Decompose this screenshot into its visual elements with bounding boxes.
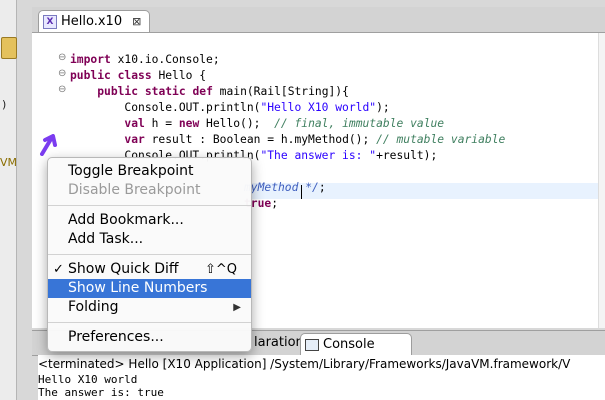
submenu-arrow-icon: ▶ bbox=[233, 302, 241, 313]
editor-scrollbar[interactable] bbox=[598, 33, 605, 328]
toolbar-toggle-button[interactable] bbox=[1, 37, 17, 59]
code-line: Console.OUT.println("Hello X10 world"); bbox=[70, 101, 390, 114]
console-status-line: <terminated> Hello [X10 Application] /Sy… bbox=[38, 355, 605, 373]
code-line: import x10.io.Console; bbox=[70, 53, 220, 66]
console-line: The answer is: true bbox=[38, 386, 164, 399]
console-icon bbox=[305, 338, 319, 351]
menu-separator bbox=[48, 322, 251, 323]
menu-item-show-line-numbers[interactable]: Show Line Numbers bbox=[48, 279, 251, 298]
menu-item-add-bookmark[interactable]: Add Bookmark... bbox=[48, 211, 251, 230]
code-line: public class Hello { bbox=[70, 69, 207, 82]
menu-separator bbox=[48, 254, 251, 255]
console-line: Hello X10 world bbox=[38, 373, 138, 386]
menu-item-preferences[interactable]: Preferences... bbox=[48, 328, 251, 347]
package-explorer-strip: ) VM bbox=[0, 0, 17, 400]
close-icon[interactable]: ⊠ bbox=[132, 15, 141, 28]
code-line: public static def main(Rail[String]){ bbox=[97, 85, 349, 98]
menu-item-disable-breakpoint: Disable Breakpoint bbox=[68, 182, 201, 198]
fold-collapse-icon[interactable]: ⊖ bbox=[58, 84, 66, 95]
menu-item-label: Folding bbox=[68, 299, 119, 315]
tree-paren-fragment: ) bbox=[1, 98, 8, 111]
tab-declaration[interactable]: laration bbox=[254, 335, 304, 350]
text-caret bbox=[301, 185, 302, 199]
console-output[interactable]: Hello X10 world The answer is: true bbox=[38, 373, 605, 400]
menu-item-show-quick-diff[interactable]: ✓ Show Quick Diff ⇧^Q bbox=[48, 260, 251, 279]
console-tab-label: Console bbox=[323, 337, 375, 352]
menu-item-shortcut: ⇧^Q bbox=[204, 262, 237, 277]
tab-console[interactable]: Console bbox=[300, 333, 412, 355]
menu-item-folding[interactable]: Folding ▶ bbox=[48, 298, 251, 317]
editor-tab-bar: X Hello.x10 ⊠ bbox=[32, 7, 605, 33]
x10-file-icon: X bbox=[43, 14, 57, 29]
tab-hello-x10[interactable]: X Hello.x10 ⊠ bbox=[38, 10, 150, 32]
code-line: var result : Boolean = h.myMethod(); // … bbox=[124, 133, 506, 146]
fold-collapse-icon[interactable]: ⊖ bbox=[58, 68, 66, 79]
tab-title: Hello.x10 bbox=[61, 14, 123, 29]
pointer-annotation-icon bbox=[40, 134, 57, 156]
fold-collapse-icon[interactable]: ⊖ bbox=[58, 52, 66, 63]
checkmark-icon: ✓ bbox=[53, 262, 64, 277]
menu-item-add-task[interactable]: Add Task... bbox=[48, 230, 251, 249]
code-line: val h = new Hello(); // final, immutable… bbox=[124, 117, 445, 130]
menu-item-label: Show Quick Diff bbox=[68, 261, 179, 277]
tree-vm-fragment: VM bbox=[0, 156, 18, 169]
ruler-context-menu: Toggle Breakpoint Disable Breakpoint Add… bbox=[47, 157, 252, 352]
menu-item-toggle-breakpoint[interactable]: Toggle Breakpoint bbox=[48, 162, 251, 181]
menu-separator bbox=[48, 205, 251, 206]
